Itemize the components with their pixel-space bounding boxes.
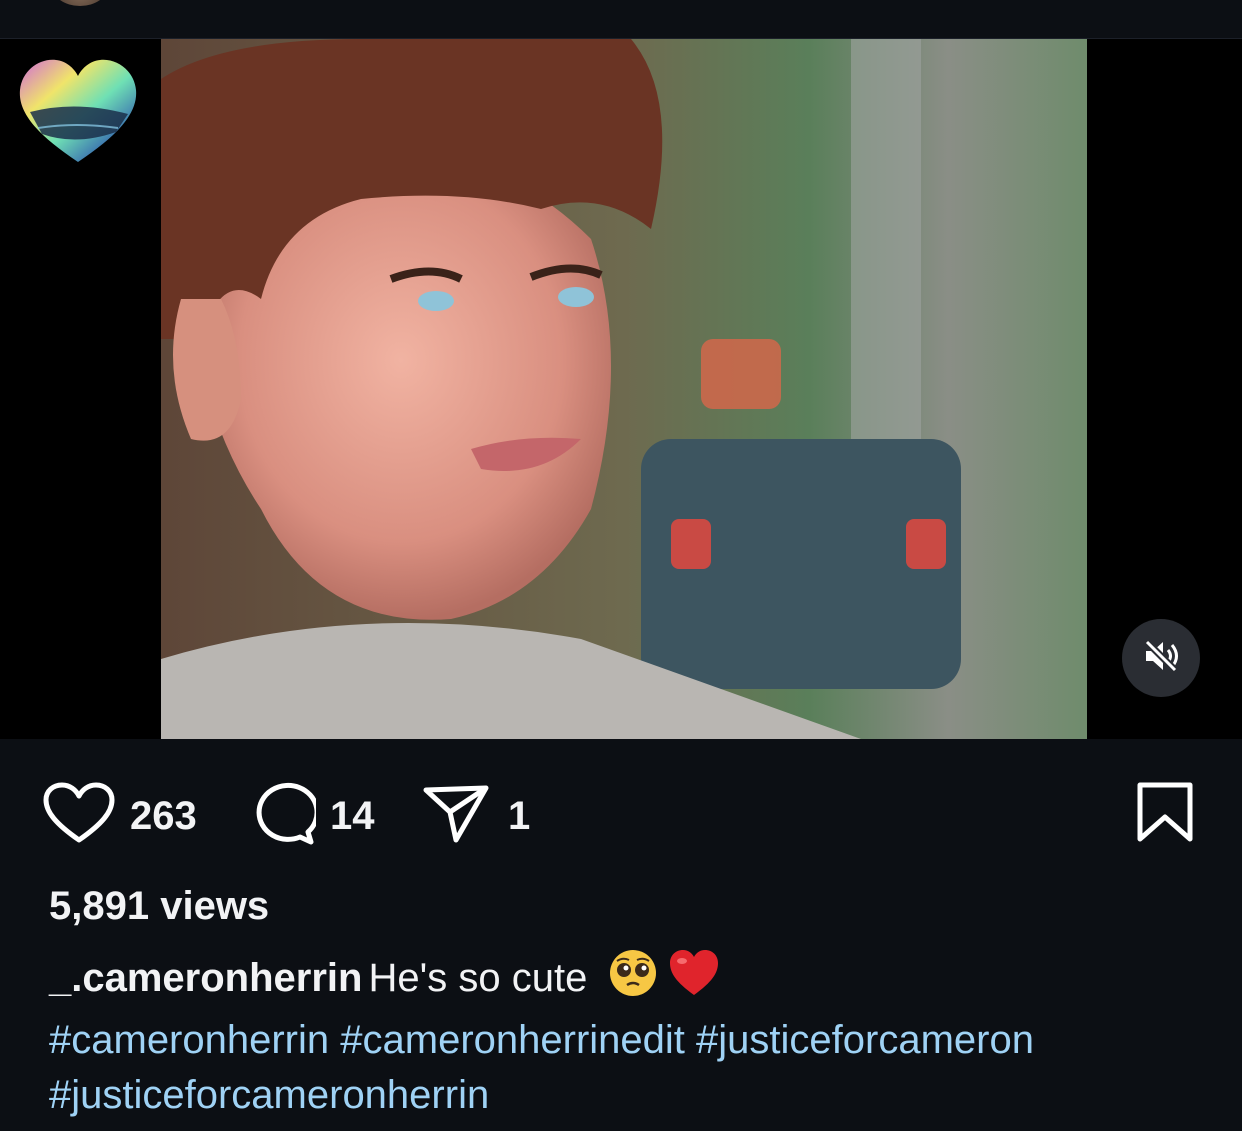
pleading-face-emoji [608, 948, 658, 1013]
caption-text: He's so cute [368, 956, 588, 1001]
like-count: 263 [130, 794, 197, 838]
hashtag-link[interactable]: #justiceforcameron [696, 1018, 1034, 1062]
muted-speaker-icon [1141, 636, 1181, 681]
hashtag-link[interactable]: #cameronherrinedit [340, 1018, 685, 1062]
hashtag-link[interactable]: #justiceforcameronherrin [49, 1073, 489, 1117]
comment-count: 14 [330, 794, 375, 838]
username-link[interactable]: _.cameronherrin [49, 956, 362, 1000]
comment-button[interactable]: 14 [248, 782, 375, 851]
bookmark-button[interactable] [1136, 781, 1194, 848]
video-frame [161, 39, 1087, 739]
post-actions: 263 14 1 [0, 740, 1242, 880]
video-player[interactable] [161, 39, 1087, 739]
share-button[interactable]: 1 [422, 782, 530, 851]
caption-line: _.cameronherrin He's so cute [49, 948, 1209, 1013]
share-count: 1 [508, 794, 531, 838]
post-caption: _.cameronherrin He's so cute #cameronherr… [49, 948, 1209, 1123]
hashtags: #cameronherrin #cameronherrinedit #justi… [49, 1013, 1209, 1123]
profile-avatar[interactable] [16, 56, 140, 168]
red-heart-emoji [668, 949, 720, 1012]
bookmark-icon [1136, 782, 1194, 847]
comment-icon [248, 782, 330, 851]
top-bar [0, 0, 1242, 39]
previous-post-avatar[interactable] [52, 0, 108, 6]
mute-toggle-button[interactable] [1122, 619, 1200, 697]
heart-icon [42, 782, 130, 851]
view-count: 5,891 views [49, 884, 270, 928]
share-icon [422, 782, 508, 851]
hashtag-link[interactable]: #cameronherrin [49, 1018, 329, 1062]
like-button[interactable]: 263 [42, 782, 197, 851]
